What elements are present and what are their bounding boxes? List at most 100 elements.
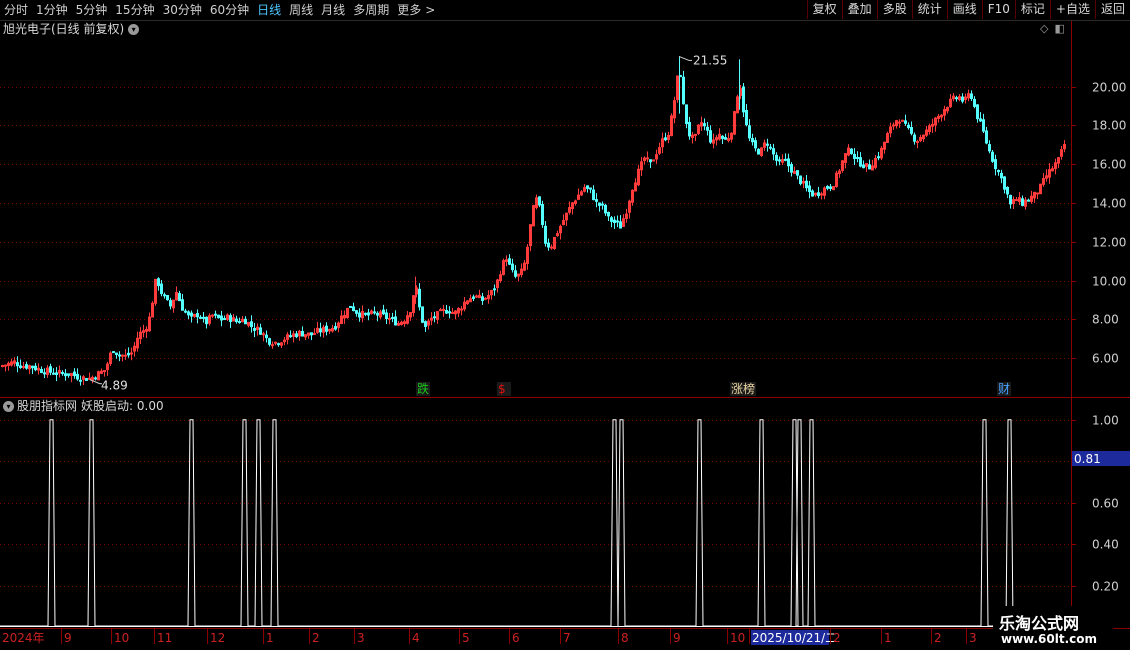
stock-title-bar[interactable]: 旭光电子(日线 前复权) ▾: [3, 21, 140, 37]
chevron-down-icon[interactable]: ▾: [3, 400, 14, 412]
candle-body: [541, 203, 544, 226]
chevron-down-icon[interactable]: ▾: [128, 23, 140, 35]
price-tick-label: 14.00: [1092, 197, 1126, 211]
candle-body: [808, 185, 811, 193]
candle-body: [214, 313, 217, 316]
period-tab-6[interactable]: 日线: [253, 0, 285, 20]
candle-body: [325, 325, 328, 332]
main-chart-corner-icons: ◇ ◧: [1040, 22, 1065, 35]
toolbar-button-3[interactable]: 统计: [911, 0, 947, 19]
candle-body: [433, 316, 436, 319]
candle-body: [709, 130, 712, 143]
candle-body: [790, 164, 793, 173]
candle-body: [1015, 199, 1018, 202]
candle-body: [550, 246, 553, 249]
toolbar-right-buttons: 复权 叠加 多股 统计 画线 F10 标记 +自选 返回: [806, 0, 1130, 20]
watermark-title: 乐淘公式网: [999, 614, 1080, 633]
period-tab-7[interactable]: 周线: [285, 0, 317, 20]
candle-body: [418, 288, 421, 308]
date-label: 9: [673, 631, 681, 645]
candle-body: [40, 368, 43, 373]
toolbar-button-0[interactable]: 复权: [806, 0, 842, 19]
candle-body: [586, 185, 589, 189]
candle-body: [112, 351, 115, 354]
candle-body: [199, 316, 202, 319]
period-tabs: 分时 1分钟 5分钟 15分钟 30分钟 60分钟 日线 周线 月线 多周期 更多 >: [0, 0, 439, 20]
candle-body: [961, 96, 964, 102]
candle-body: [991, 151, 994, 162]
candle-body: [223, 318, 226, 321]
period-tab-4[interactable]: 30分钟: [159, 0, 206, 20]
candle-body: [787, 158, 790, 167]
candle-body: [25, 364, 28, 369]
candle-body: [277, 343, 280, 346]
stock-chart[interactable]: 20.00 18.00 16.00 14.00 12.00 10.00 8.00 6.00 1.…: [0, 0, 1130, 650]
toolbar-button-2[interactable]: 多股: [876, 0, 912, 19]
candle-body: [229, 315, 232, 322]
candle-body: [202, 316, 205, 319]
toolbar-button-1[interactable]: 叠加: [841, 0, 877, 19]
indicator-tick-label: 0.40: [1092, 538, 1119, 552]
candle-body: [460, 308, 463, 311]
candle-body: [253, 328, 256, 331]
candle-body: [796, 170, 799, 176]
stock-title: 旭光电子(日线 前复权): [3, 22, 125, 36]
candle-body: [862, 164, 865, 169]
toolbar-button-5[interactable]: F10: [981, 0, 1015, 19]
period-tab-0[interactable]: 分时: [0, 0, 32, 20]
toolbar-button-8[interactable]: 返回: [1094, 0, 1130, 19]
candle-body: [688, 121, 691, 137]
candle-body: [652, 159, 655, 162]
candle-body: [187, 311, 190, 316]
candle-body: [811, 190, 814, 197]
period-tab-5[interactable]: 60分钟: [206, 0, 253, 20]
indicator-tick-label: 1.00: [1092, 414, 1119, 428]
candle-body: [907, 124, 910, 129]
date-label: 1: [884, 631, 892, 645]
date-label: 2025/10/21/二: [752, 631, 837, 645]
period-tab-1[interactable]: 1分钟: [32, 0, 72, 20]
period-tab-8[interactable]: 月线: [317, 0, 349, 20]
candle-body: [913, 134, 916, 142]
candle-body: [799, 175, 802, 185]
candle-body: [475, 295, 478, 298]
candle-body: [334, 326, 337, 330]
date-label: 2: [934, 631, 942, 645]
candle-body: [901, 119, 904, 122]
candle-body: [160, 283, 163, 295]
candle-body: [1021, 198, 1024, 206]
candle-body: [271, 344, 274, 347]
candle-body: [868, 164, 871, 170]
candle-body: [982, 119, 985, 132]
candle-body: [19, 365, 22, 369]
candle-body: [79, 379, 82, 382]
chevron-right-icon[interactable]: >: [425, 0, 439, 20]
price-tick-label: 18.00: [1092, 119, 1126, 133]
candle-body: [682, 76, 685, 105]
toolbar-button-6[interactable]: 标记: [1014, 0, 1050, 19]
window-toggle-icon[interactable]: ◧: [1054, 22, 1064, 35]
candle-body: [364, 312, 367, 315]
watermark-url: www.60lt.com: [1001, 632, 1098, 646]
candle-body: [916, 140, 919, 143]
candle-body: [592, 189, 595, 201]
period-tab-10[interactable]: 更多: [393, 0, 425, 20]
diamond-icon[interactable]: ◇: [1040, 22, 1048, 35]
candle-body: [850, 148, 853, 155]
candle-body: [274, 341, 277, 344]
toolbar-button-7[interactable]: +自选: [1049, 0, 1095, 19]
price-tick-label: 6.00: [1092, 352, 1119, 366]
period-tab-2[interactable]: 5分钟: [72, 0, 112, 20]
event-marker: 跌: [417, 381, 429, 396]
high-marker-line: [678, 55, 690, 61]
candle-body: [169, 300, 172, 307]
indicator-title-bar[interactable]: ▾ 股朋指标网 妖股启动: 0.00: [3, 398, 164, 414]
candle-body: [829, 186, 832, 189]
candle-body: [67, 373, 70, 376]
date-label: 2024年: [2, 631, 45, 645]
period-tab-9[interactable]: 多周期: [349, 0, 393, 20]
toolbar-button-4[interactable]: 画线: [946, 0, 982, 19]
candle-body: [190, 312, 193, 317]
period-tab-3[interactable]: 15分钟: [111, 0, 158, 20]
candle-body: [997, 169, 1000, 173]
